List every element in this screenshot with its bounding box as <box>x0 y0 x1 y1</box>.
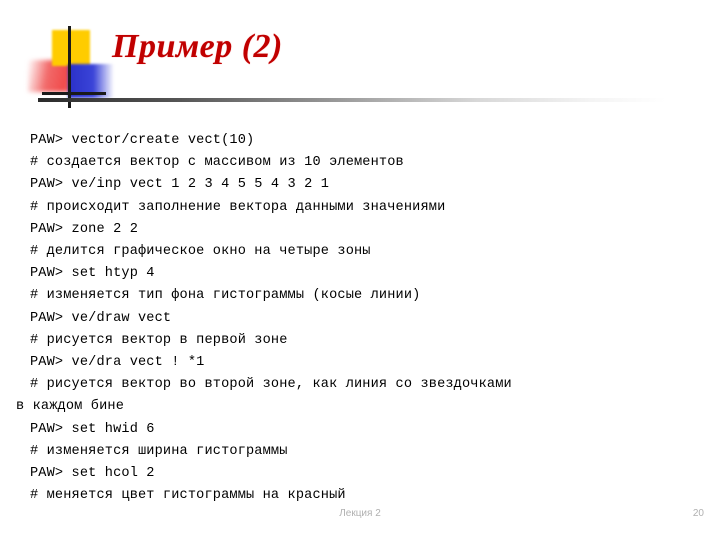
logo-bar-horizontal-icon <box>42 92 106 95</box>
page-title: Пример (2) <box>112 28 283 65</box>
slide-header: Пример (2) <box>0 0 720 112</box>
console-line: PAW> vector/create vect(10) <box>30 133 255 148</box>
console-line: PAW> set hwid 6 <box>30 421 155 437</box>
footer-page-number: 20 <box>692 508 704 519</box>
console-line: PAW> ve/draw vect <box>30 310 172 326</box>
console-line: # изменяется ширина гистограммы <box>30 443 288 459</box>
console-line: PAW> ve/inp vect 1 2 3 4 5 5 4 3 2 1 <box>30 177 330 193</box>
console-line: # рисуется вектор во второй зоне, как ли… <box>30 377 512 393</box>
title-divider <box>38 98 666 102</box>
console-line: PAW> ve/dra vect ! *1 <box>30 355 205 371</box>
console-line: PAW> set htyp 4 <box>30 266 155 282</box>
console-line: в каждом бине <box>16 399 124 415</box>
console-transcript: PAW> vector/create vect(10) # создается в… <box>16 130 716 507</box>
logo-bar-vertical-icon <box>68 26 71 108</box>
logo-square-yellow-icon <box>52 30 90 66</box>
console-line: # рисуется вектор в первой зоне <box>30 332 288 348</box>
console-line: # создается вектор с массивом из 10 элем… <box>30 155 404 171</box>
console-line: # изменяется тип фона гистограммы (косые… <box>30 288 421 304</box>
console-line: # происходит заполнение вектора данными … <box>30 199 446 215</box>
console-line: PAW> set hcol 2 <box>30 466 155 482</box>
console-line: PAW> zone 2 2 <box>30 221 138 237</box>
console-line: # меняется цвет гистограммы на красный <box>30 488 346 504</box>
footer-lecture-label: Лекция 2 <box>339 508 381 519</box>
console-line: # делится графическое окно на четыре зон… <box>30 244 371 260</box>
decorative-logo-mark <box>28 26 114 108</box>
slide-footer: Лекция 2 20 <box>0 508 720 528</box>
